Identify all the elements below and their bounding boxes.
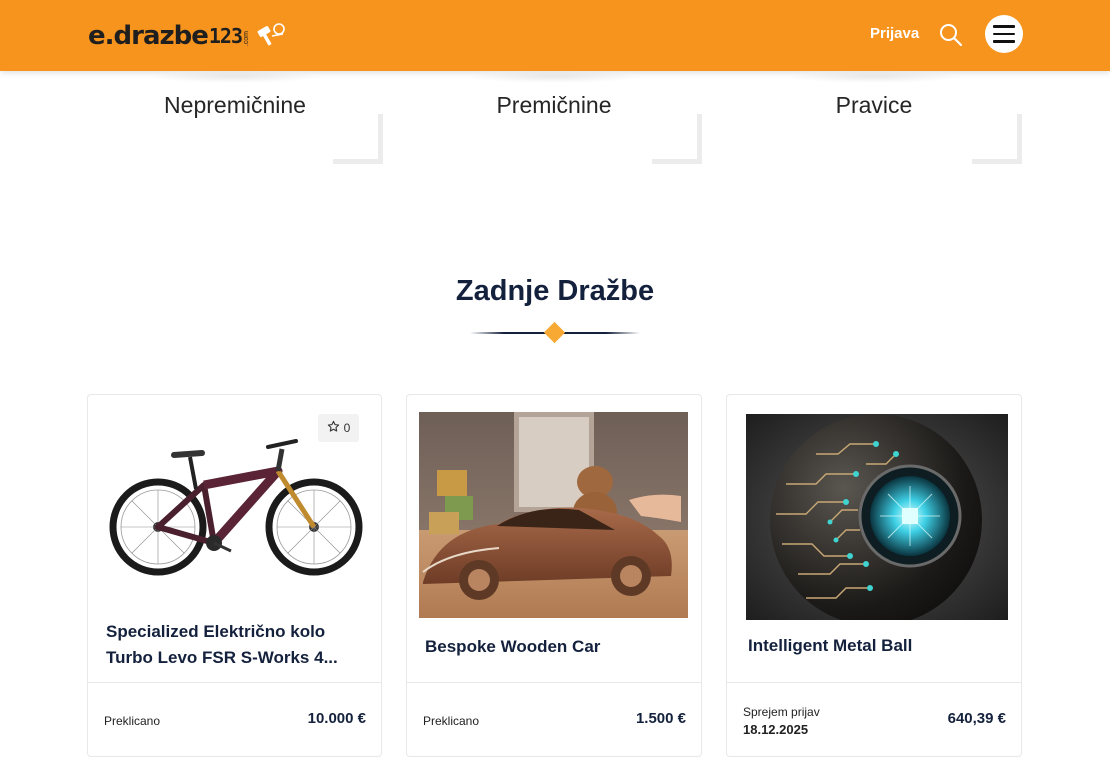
category-movables[interactable]: Premičnine [406,71,702,164]
category-real-estate[interactable]: Nepremičnine [87,71,383,164]
corner-decoration [652,114,702,164]
category-shadow [786,71,962,83]
category-shadow [466,71,642,83]
hamburger-menu-icon [993,25,1015,28]
auction-card[interactable]: Bespoke Wooden Car Preklicano 1.500 € [406,394,702,757]
favorite-button[interactable]: 0 [318,414,359,442]
site-logo[interactable]: e.drazbe 123 .com [88,20,286,52]
circuit-metal-sphere-image[interactable] [746,414,1008,620]
category-rights[interactable]: Pravice [726,71,1022,164]
auction-date: 18.12.2025 [743,722,809,737]
hamburger-bar [993,32,1015,36]
favorite-count: 0 [343,421,351,435]
electric-mountain-bike-image[interactable] [106,427,366,587]
category-nav: Nepremičnine Premičnine Pravice [87,71,1023,166]
star-icon [327,420,340,436]
auction-title[interactable]: Specialized Električno kolo Turbo Levo F… [106,619,366,671]
auction-status: Preklicano [104,714,161,728]
category-shadow [147,71,323,83]
title-divider [470,321,640,344]
hamburger-bar [993,40,1015,43]
corner-decoration [972,114,1022,164]
corner-decoration [333,114,383,164]
card-footer: Preklicano 1.500 € [407,682,701,757]
auction-title[interactable]: Bespoke Wooden Car [425,634,685,660]
search-icon[interactable] [938,22,964,48]
hamburger-menu-button[interactable] [985,15,1023,53]
auction-price: 10.000 € [307,710,366,727]
card-footer: Preklicano 10.000 € [88,682,381,757]
logo-domain: .com [243,31,250,47]
auction-status: Preklicano [423,714,480,728]
site-header: e.drazbe 123 .com Prijava [0,0,1110,71]
diamond-icon [543,321,566,344]
auction-card[interactable]: Intelligent Metal Ball Sprejem prijav 18… [726,394,1022,757]
auction-status-block: Sprejem prijav 18.12.2025 [743,703,820,739]
auction-card[interactable]: 0 Specialized Električno kolo Turbo Levo… [87,394,382,757]
auction-status: Sprejem prijav [743,705,820,719]
card-footer: Sprejem prijav 18.12.2025 640,39 € [727,682,1021,757]
login-link[interactable]: Prijava [870,25,919,42]
auction-price: 1.500 € [635,710,686,727]
auction-title[interactable]: Intelligent Metal Ball [748,633,1008,659]
gavel-icon [256,22,286,51]
logo-number: 123 [208,24,243,48]
wooden-toy-car-image[interactable] [419,412,688,618]
section-title: Zadnje Dražbe [455,275,655,307]
logo-text: e.drazbe [88,21,209,51]
auction-price: 640,39 € [947,710,1006,727]
